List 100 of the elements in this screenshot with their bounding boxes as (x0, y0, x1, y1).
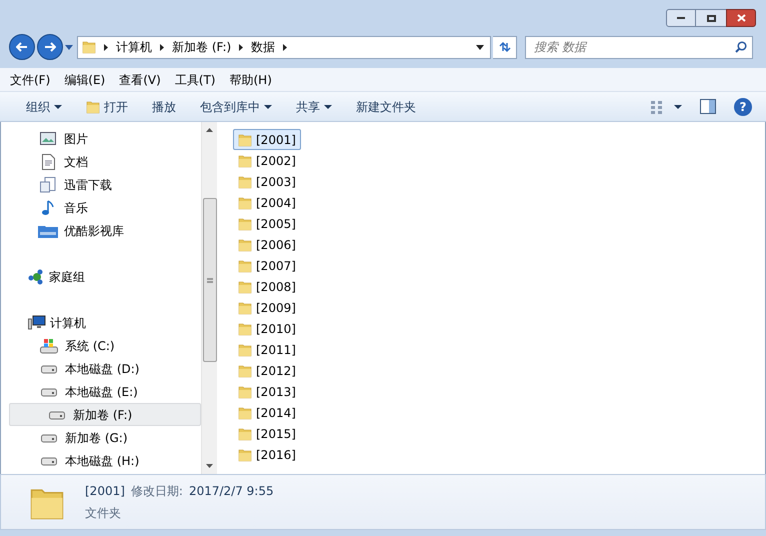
folder-icon (238, 426, 252, 440)
chevron-icon (160, 44, 164, 50)
refresh-arrows-icon (498, 41, 512, 53)
scrollbar-thumb[interactable] (202, 198, 216, 362)
folder-item[interactable]: [2015] (233, 423, 301, 444)
grid-view-icon (650, 100, 664, 114)
folder-item[interactable]: [2008] (233, 276, 301, 297)
navigation-item[interactable]: 本地磁盘 (H:) (1, 449, 201, 472)
toolbar-button[interactable]: 打开 (74, 94, 140, 118)
back-arrow-icon (16, 42, 28, 52)
help-button[interactable]: ? (734, 98, 752, 116)
document-stack-icon (40, 176, 56, 192)
drive-icon (41, 364, 57, 374)
drive-icon (41, 456, 57, 466)
address-field[interactable]: 计算机 新加卷 (F:) 数据 (77, 36, 491, 58)
scroll-up-arrow-icon (206, 128, 213, 132)
folder-icon (86, 100, 100, 114)
folder-icon (238, 280, 252, 294)
close-button[interactable] (726, 9, 756, 27)
folder-icon (82, 40, 96, 54)
forward-arrow-icon (44, 42, 56, 52)
refresh-button[interactable] (493, 36, 517, 58)
preview-pane-icon[interactable] (700, 99, 716, 114)
folder-item[interactable]: [2007] (233, 255, 301, 276)
menu-item[interactable]: 文件(F) (10, 70, 50, 88)
toolbar-button[interactable]: 共享 (284, 94, 344, 118)
folder-icon (238, 216, 252, 230)
caret-icon (54, 104, 62, 108)
navigation-item[interactable]: 文档 (1, 150, 201, 173)
navigation-item[interactable]: 家庭组 (1, 265, 201, 288)
folder-item[interactable]: [2012] (233, 360, 301, 381)
scrollbar[interactable] (201, 122, 217, 474)
chevron-icon (104, 44, 108, 50)
folder-icon (238, 448, 252, 462)
drive-icon (49, 410, 65, 420)
date-value: 2017/2/7 9:55 (188, 483, 274, 500)
navigation-item[interactable]: 本地磁盘 (E:) (1, 380, 201, 403)
caret-icon[interactable] (65, 44, 73, 50)
folder-item[interactable]: [2010] (233, 318, 301, 339)
toolbar-button[interactable]: 包含到库中 (188, 94, 284, 118)
picture-icon (40, 132, 56, 145)
folder-item[interactable]: [2013] (233, 381, 301, 402)
menu-item[interactable]: 编辑(E) (64, 70, 106, 88)
navigation-item[interactable]: 新加卷 (F:) (9, 403, 201, 426)
maximize-button[interactable] (696, 9, 726, 27)
menu-item[interactable]: 帮助(H) (230, 70, 272, 88)
navigation-item[interactable]: 迅雷下载 (1, 173, 201, 196)
menu-item[interactable]: 工具(T) (174, 70, 216, 88)
navigation-item[interactable]: 本地磁盘 (D:) (1, 357, 201, 380)
chevron-icon (283, 44, 288, 50)
folder-item[interactable]: [2006] (233, 234, 301, 255)
folder-icon (238, 238, 252, 252)
folder-item[interactable]: [2014] (233, 402, 301, 423)
navigation-item[interactable]: 新加卷 (G:) (1, 426, 201, 449)
folder-item[interactable]: [2002] (233, 150, 301, 171)
breadcrumb-item[interactable]: 数据 (251, 38, 276, 56)
caret-icon (264, 104, 272, 108)
close-icon (736, 14, 746, 22)
computer-monitor-icon (28, 315, 46, 330)
folder-item[interactable]: [2005] (233, 213, 301, 234)
breadcrumb-item[interactable]: 新加卷 (F:) (172, 38, 232, 56)
date-label: 修改日期: (130, 483, 183, 500)
folder-icon (238, 196, 252, 210)
folder-icon (238, 258, 252, 272)
search-field[interactable]: 搜索 数据 (525, 36, 753, 58)
network-nodes-icon (28, 268, 45, 284)
caret-icon (324, 104, 332, 108)
caret-icon (674, 104, 682, 108)
breadcrumb-item[interactable]: 计算机 (116, 38, 152, 56)
music-note-icon (41, 200, 55, 216)
navigation-item[interactable]: 图片 (1, 127, 201, 150)
toolbar-button[interactable]: 组织 (14, 94, 74, 118)
folder-item[interactable]: [2016] (233, 444, 301, 465)
folder-icon (238, 342, 252, 356)
folder-icon (238, 364, 252, 378)
navigation-item[interactable]: 系统 (C:) (1, 334, 201, 357)
folder-icon (238, 132, 252, 146)
file-type: 文件夹 (85, 505, 122, 522)
scroll-down-arrow-icon (206, 464, 213, 468)
system-drive-icon (40, 338, 58, 354)
forward-button[interactable] (37, 34, 63, 60)
folder-icon (238, 154, 252, 168)
navigation-item[interactable]: 优酷影视库 (1, 219, 201, 242)
folder-item[interactable]: [2003] (233, 171, 301, 192)
dropdown-caret-icon[interactable] (476, 44, 484, 50)
folder-item[interactable]: [2011] (233, 339, 301, 360)
back-button[interactable] (9, 34, 35, 60)
video-folder-icon (38, 224, 58, 238)
chevron-icon (239, 44, 244, 50)
folder-item[interactable]: [2001] (233, 129, 301, 150)
folder-item[interactable]: [2009] (233, 297, 301, 318)
navigation-item[interactable]: 音乐 (1, 196, 201, 219)
toolbar-button[interactable]: 播放 (140, 94, 188, 118)
folder-icon (238, 406, 252, 420)
folder-icon (238, 322, 252, 336)
minimize-button[interactable] (666, 9, 696, 27)
menu-item[interactable]: 查看(V) (119, 70, 161, 88)
toolbar-button[interactable]: 新建文件夹 (344, 94, 428, 118)
navigation-item[interactable]: 计算机 (1, 311, 201, 334)
folder-item[interactable]: [2004] (233, 192, 301, 213)
